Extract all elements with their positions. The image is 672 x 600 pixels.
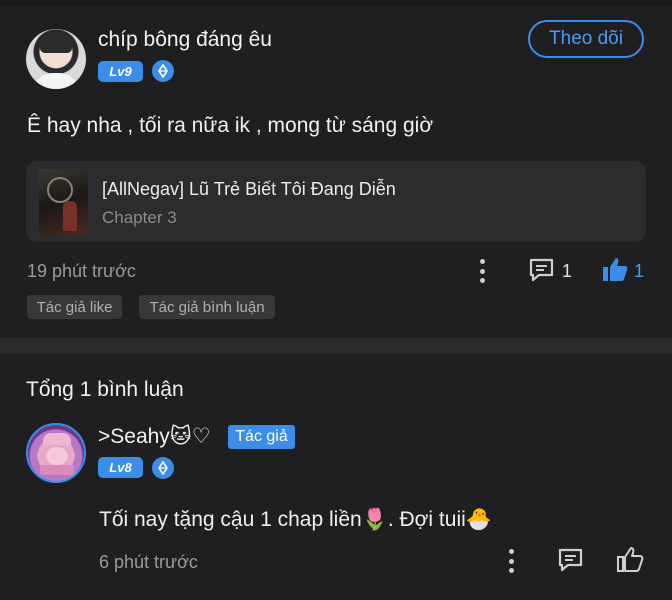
more-vertical-icon[interactable]	[479, 259, 485, 283]
comments-summary: Tổng 1 bình luận	[26, 378, 184, 401]
book-card[interactable]: [AllNegav] Lũ Trẻ Biết Tôi Đang Diễn Cha…	[26, 161, 646, 242]
level-badge: Lv9	[98, 61, 143, 82]
reply-content: Tối nay tặng cậu 1 chap liền🌷. Đợi tuii🐣	[99, 508, 492, 531]
verified-icon	[152, 60, 174, 82]
reply-avatar[interactable]	[26, 423, 86, 483]
author-badge: Tác giả	[228, 425, 295, 449]
like-count: 1	[634, 261, 645, 281]
section-divider	[0, 338, 672, 354]
post-username[interactable]: chíp bông đáng êu	[98, 28, 272, 52]
comment-count: 1	[562, 261, 573, 281]
thumbs-up-icon[interactable]	[601, 255, 629, 288]
reply-username[interactable]: >Seahy🐱♡	[98, 424, 211, 449]
thumbs-up-icon[interactable]	[616, 545, 644, 578]
post-content: Ê hay nha , tối ra nữa ik , mong từ sáng…	[27, 114, 434, 137]
comment-icon[interactable]	[557, 547, 584, 578]
top-divider	[0, 0, 672, 6]
reply-time: 6 phút trước	[99, 552, 198, 572]
tag-author-like: Tác giả like	[27, 295, 122, 319]
book-chapter: Chapter 3	[102, 208, 177, 227]
verified-icon	[152, 457, 174, 479]
book-title: [AllNegav] Lũ Trẻ Biết Tôi Đang Diễn	[102, 179, 396, 199]
comment-icon[interactable]	[528, 257, 555, 288]
user-avatar[interactable]	[26, 29, 86, 89]
follow-button[interactable]: Theo dõi	[528, 20, 644, 58]
book-cover	[39, 169, 88, 235]
more-vertical-icon[interactable]	[508, 549, 514, 573]
tag-author-comment: Tác giả bình luận	[139, 295, 275, 319]
post-time: 19 phút trước	[27, 261, 136, 281]
reply-level-badge: Lv8	[98, 457, 143, 478]
